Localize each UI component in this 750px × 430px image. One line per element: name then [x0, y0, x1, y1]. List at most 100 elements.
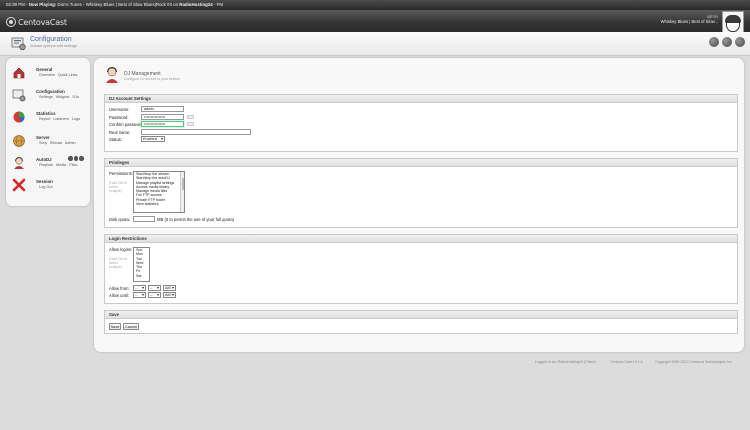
allow-until-minute[interactable]: --	[148, 292, 161, 298]
help-icon[interactable]	[709, 37, 719, 47]
sidebar-title-configuration[interactable]: Configuration	[36, 89, 65, 94]
sidebar-title-server[interactable]: Server	[36, 135, 50, 140]
permissions-label: Permissions:	[109, 171, 133, 176]
now-playing-station: RadioHosting24	[179, 2, 213, 7]
sidebar-link-djs[interactable]: DJs	[72, 95, 79, 99]
logo[interactable]: CentovaCast	[6, 16, 67, 28]
sidebar-link-admin[interactable]: Admin	[65, 141, 76, 145]
autodj-skip-icon[interactable]	[79, 156, 84, 161]
autodj-controls	[68, 156, 84, 161]
realname-label: Real name:	[109, 129, 131, 135]
sidebar-link-media[interactable]: Media	[56, 163, 66, 167]
footer-version: Centova Cast v3.1.0	[610, 360, 643, 364]
now-playing-track: Don's Tunes - Whiskey Blues | Best of Sl…	[57, 2, 172, 7]
confirm-password-key-icon	[187, 122, 194, 126]
config-icon	[12, 89, 26, 102]
sidebar-link-overview[interactable]: Overview	[39, 73, 55, 77]
sidebar-link-stop[interactable]: Stop	[39, 141, 47, 145]
allow-logins-hint: (Hold Ctrl to select multiple)	[109, 257, 128, 269]
allow-logins-label: Allow logins:	[109, 247, 133, 252]
close-x-icon	[12, 178, 26, 192]
dj-management-icon	[106, 67, 118, 83]
avatar-face-icon	[725, 15, 741, 32]
username-label: Username:	[109, 107, 130, 112]
sidebar-link-settings[interactable]: Settings	[39, 95, 53, 99]
sidebar-links-autodj: Playlists Media Files	[39, 163, 80, 167]
disk-quota-label: Disk quota:	[109, 217, 130, 222]
sidebar-link-report[interactable]: Report	[39, 117, 50, 121]
user-block: admin Whiskey Blues | Best of Slow...	[661, 14, 718, 24]
pie-chart-icon	[13, 111, 25, 123]
footer-copyright: Copyright 2005-2013, Centova Technologie…	[655, 360, 733, 364]
username-input[interactable]: admin	[141, 106, 184, 112]
account-panel: DJ Account Settings Username: admin Pass…	[104, 94, 738, 152]
password-input[interactable]: ••••••••••••••••	[141, 113, 184, 120]
account-heading: DJ Account Settings	[105, 95, 737, 103]
save-button[interactable]: Save	[109, 323, 121, 330]
cancel-button[interactable]: Cancel	[123, 323, 139, 330]
sidebar-links-session: Log Out	[39, 185, 56, 189]
user-now-playing: Whiskey Blues | Best of Slow...	[660, 19, 718, 24]
permission-option[interactable]: View statistics	[134, 202, 184, 206]
sidebar: General Overview Quick Links Configuratio…	[6, 58, 90, 206]
sidebar-link-quick-links[interactable]: Quick Links	[58, 73, 78, 77]
status-select[interactable]: Enabled	[141, 136, 165, 142]
autodj-pause-icon[interactable]	[73, 156, 78, 161]
header-actions	[709, 37, 745, 47]
save-heading: Save	[105, 311, 737, 319]
sidebar-links-statistics: Report Listeners Logs	[39, 117, 83, 121]
allow-from-hour[interactable]: --	[133, 285, 146, 291]
now-playing-label: Now Playing:	[28, 2, 57, 7]
sidebar-link-log-out[interactable]: Log Out	[39, 185, 53, 189]
password-label: Password:	[109, 114, 129, 120]
now-playing-bar: 02:39 PM - Now Playing: Don's Tunes - Wh…	[0, 0, 750, 10]
sidebar-links-general: Overview Quick Links	[39, 73, 80, 77]
day-option[interactable]: Sat	[134, 274, 149, 278]
page-description: Configure DJ access to your stream	[124, 77, 180, 81]
allow-from-label: Allow from:	[109, 286, 130, 291]
sidebar-link-playlists[interactable]: Playlists	[39, 163, 53, 167]
allow-until-label: Allow until:	[109, 293, 130, 298]
allow-from-minute[interactable]: --	[148, 285, 161, 291]
main-content: DJ Management Configure DJ access to you…	[94, 58, 744, 352]
disk-quota-unit: MB (0 to permit the use of your full quo…	[157, 217, 235, 222]
sidebar-title-session[interactable]: Session	[36, 179, 53, 184]
permissions-hint: (Hold Ctrl to select multiple)	[109, 181, 128, 193]
realname-input[interactable]	[141, 128, 251, 135]
section-description: Stream options and settings	[30, 44, 78, 48]
sidebar-link-logs[interactable]: Logs	[72, 117, 80, 121]
now-playing-time: 02:39 PM	[6, 2, 25, 7]
logout-icon[interactable]	[735, 37, 745, 47]
sidebar-link-listeners[interactable]: Listeners	[53, 117, 68, 121]
logo-text: CentovaCast	[18, 17, 67, 27]
permissions-listbox[interactable]: Start/stop the stream Start/stop the aut…	[133, 171, 185, 213]
confirm-password-input[interactable]: ••••••••••••••••	[141, 121, 184, 127]
sidebar-title-autodj[interactable]: AutoDJ	[36, 157, 52, 162]
permissions-scrollbar[interactable]	[180, 172, 184, 212]
sidebar-links-configuration: Settings Widgets DJs	[39, 95, 82, 99]
footer-logged-in: Logged in as: RadioHosting24 (Client)	[535, 360, 596, 364]
status-label: Status:	[109, 137, 123, 142]
confirm-password-label: Confirm password:	[109, 122, 144, 127]
allow-until-hour[interactable]: --	[133, 292, 146, 298]
password-key-icon	[187, 114, 194, 119]
disk-quota-input[interactable]	[133, 216, 155, 222]
sidebar-link-files[interactable]: Files	[69, 163, 77, 167]
app-header: CentovaCast admin Whiskey Blues | Best o…	[0, 10, 750, 37]
server-icon[interactable]	[722, 37, 732, 47]
autodj-play-icon[interactable]	[68, 156, 73, 161]
sidebar-link-reload[interactable]: Reload	[50, 141, 62, 145]
configuration-icon	[11, 37, 26, 51]
save-panel: Save Save Cancel	[104, 310, 738, 334]
now-playing-station-prefix: on	[173, 2, 179, 7]
days-listbox[interactable]: Sun Mon Tue Wed Thu Fri Sat	[133, 247, 150, 282]
logo-icon	[6, 17, 16, 27]
sidebar-title-statistics[interactable]: Statistics	[36, 111, 56, 116]
allow-until-ampm[interactable]: AM	[163, 292, 176, 298]
login-panel: Login Restrictions Allow logins: (Hold C…	[104, 234, 738, 304]
sidebar-title-general[interactable]: General	[36, 67, 52, 72]
now-playing-suffix: - FM	[213, 2, 223, 7]
allow-from-ampm[interactable]: AM	[163, 285, 176, 291]
privileges-panel: Privileges Permissions: (Hold Ctrl to se…	[104, 158, 738, 228]
sidebar-link-widgets[interactable]: Widgets	[56, 95, 70, 99]
